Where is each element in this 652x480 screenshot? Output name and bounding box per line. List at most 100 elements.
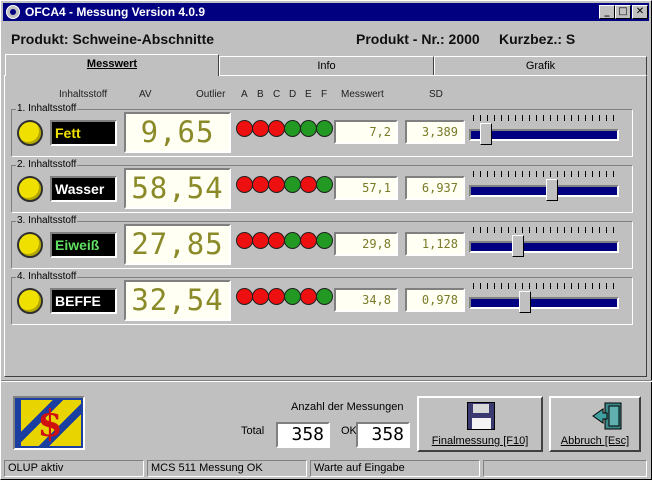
main-window: OFCA4 - Messung Version 4.0.9 _ □ ✕ Prod… (0, 0, 652, 480)
app-logo: $ (13, 396, 85, 450)
group-label: 3. Inhaltsstoff (16, 215, 78, 226)
ok-label: OK (341, 425, 357, 437)
total-label: Total (241, 425, 265, 437)
tab-messwert[interactable]: Messwert (5, 54, 219, 76)
maximize-button[interactable]: □ (615, 5, 631, 19)
value-slider[interactable] (469, 171, 619, 207)
value-slider[interactable] (469, 283, 619, 319)
av-value: 27,85 (124, 224, 231, 265)
col-outlier: Outlier (196, 89, 226, 100)
messwert-value: 34,8 (334, 288, 398, 312)
status-mcs: MCS 511 Messung OK (147, 460, 307, 477)
col-sd: SD (429, 89, 443, 100)
messwert-value: 7,2 (334, 120, 398, 144)
ingredient-name: Fett (50, 120, 117, 146)
outlier-indicator (236, 120, 253, 137)
status-lamp (17, 232, 43, 258)
outlier-indicator (300, 176, 317, 193)
col-b: B (257, 89, 264, 100)
outlier-indicator (300, 288, 317, 305)
divider (1, 380, 652, 382)
outlier-indicator (268, 232, 285, 249)
slider-ticks (473, 171, 615, 177)
ingredient-group: 3. Inhaltsstoff Eiweiß 27,85 29,8 1,128 (11, 215, 633, 269)
outlier-indicator (316, 120, 333, 137)
slider-track[interactable] (469, 241, 619, 253)
total-count: 358 (276, 422, 330, 448)
ok-count: 358 (356, 422, 410, 448)
outlier-indicator (268, 288, 285, 305)
slider-ticks (473, 283, 615, 289)
value-slider[interactable] (469, 115, 619, 151)
outlier-indicator (284, 288, 301, 305)
group-label: 1. Inhaltsstoff (16, 103, 78, 114)
minimize-button[interactable]: _ (599, 5, 615, 19)
ingredient-name: BEFFE (50, 288, 117, 314)
finalmessung-button[interactable]: Finalmessung [F10] (417, 396, 543, 452)
group-label: 4. Inhaltsstoff (16, 271, 78, 282)
status-lamp (17, 120, 43, 146)
outlier-indicator (316, 288, 333, 305)
outlier-indicator (316, 232, 333, 249)
outlier-indicator (284, 120, 301, 137)
outlier-indicator (252, 120, 269, 137)
outlier-indicator (284, 232, 301, 249)
product-number: Produkt - Nr.: 2000 (356, 31, 480, 47)
slider-ticks (473, 227, 615, 233)
col-e: E (305, 89, 312, 100)
ingredient-group: 4. Inhaltsstoff BEFFE 32,54 34,8 0,978 (11, 271, 633, 325)
abbruch-label: Abbruch [Esc] (560, 435, 630, 447)
close-button[interactable]: ✕ (632, 5, 648, 19)
col-messwert: Messwert (341, 89, 384, 100)
window-title: OFCA4 - Messung Version 4.0.9 (25, 5, 206, 19)
ingredient-group: 2. Inhaltsstoff Wasser 58,54 57,1 6,937 (11, 159, 633, 213)
status-empty (483, 460, 647, 477)
col-ingredient: Inhaltsstoff (59, 89, 108, 100)
abbruch-button[interactable]: Abbruch [Esc] (549, 396, 641, 452)
finalmessung-label: Finalmessung [F10] (431, 435, 529, 447)
outlier-indicator (300, 120, 317, 137)
slider-track[interactable] (469, 185, 619, 197)
outlier-indicator (300, 232, 317, 249)
outlier-indicator (236, 176, 253, 193)
tab-bar: Messwert Info Grafik (3, 54, 649, 76)
tab-grafik[interactable]: Grafik (434, 56, 647, 76)
av-value: 9,65 (124, 112, 231, 153)
status-lamp (17, 288, 43, 314)
slider-thumb[interactable] (519, 291, 531, 313)
col-av: AV (139, 89, 152, 100)
outlier-indicator (268, 176, 285, 193)
anzahl-label: Anzahl der Messungen (291, 401, 404, 413)
outlier-indicator (252, 176, 269, 193)
slider-track[interactable] (469, 297, 619, 309)
tab-info[interactable]: Info (219, 56, 434, 76)
app-icon[interactable] (6, 5, 20, 19)
floppy-disk-icon (467, 402, 495, 430)
slider-thumb[interactable] (546, 179, 558, 201)
sd-value: 1,128 (405, 232, 465, 256)
short-name: Kurzbez.: S (499, 31, 576, 47)
ingredient-name: Wasser (50, 176, 117, 202)
status-olup: OLUP aktiv (4, 460, 144, 477)
outlier-indicator (316, 176, 333, 193)
product-label: Produkt: Schweine-Abschnitte (11, 31, 215, 47)
slider-thumb[interactable] (480, 123, 492, 145)
col-c: C (273, 89, 281, 100)
value-slider[interactable] (469, 227, 619, 263)
ingredient-name: Eiweiß (50, 232, 117, 258)
slider-thumb[interactable] (512, 235, 524, 257)
sd-value: 0,978 (405, 288, 465, 312)
group-label: 2. Inhaltsstoff (16, 159, 78, 170)
col-f: F (321, 89, 328, 100)
outlier-indicator (236, 232, 253, 249)
av-value: 32,54 (124, 280, 231, 321)
outlier-indicator (252, 288, 269, 305)
sd-value: 3,389 (405, 120, 465, 144)
status-wait: Warte auf Eingabe (310, 460, 480, 477)
outlier-indicator (236, 288, 253, 305)
messwert-value: 29,8 (334, 232, 398, 256)
outlier-indicator (252, 232, 269, 249)
messwert-value: 57,1 (334, 176, 398, 200)
product-header: Produkt: Schweine-Abschnitte Produkt - N… (11, 31, 641, 49)
title-bar: OFCA4 - Messung Version 4.0.9 _ □ ✕ (3, 3, 649, 21)
